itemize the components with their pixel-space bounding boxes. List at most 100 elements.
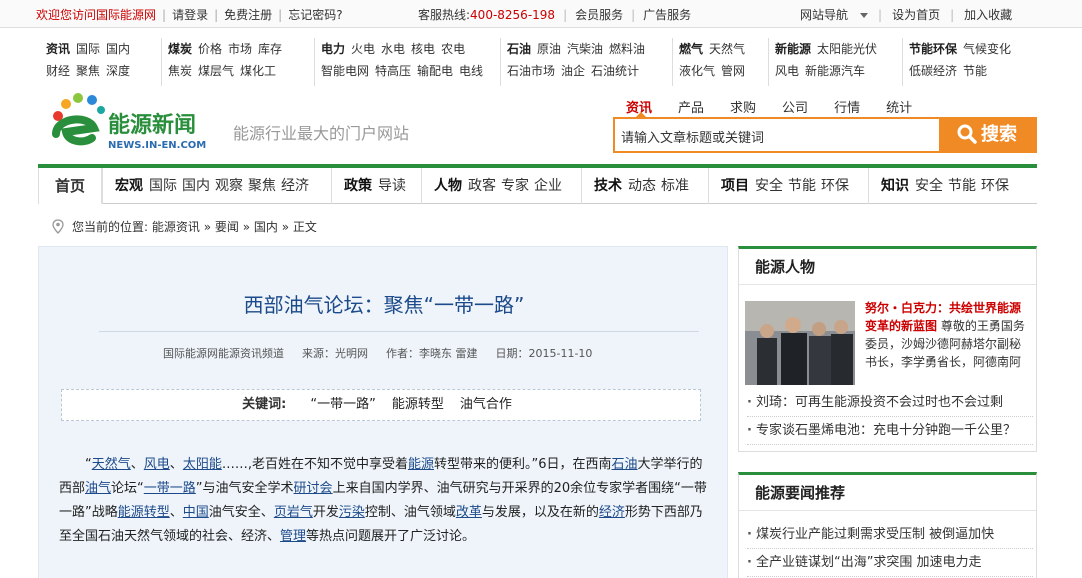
site-logo[interactable]: 能源新闻 NEWS.IN-EN.COM [48,92,218,156]
category-link[interactable]: 农电 [441,42,465,56]
nav-group-head[interactable]: 宏观 [115,178,143,194]
body-keyword-link[interactable]: 改革 [456,505,482,520]
nav-link[interactable]: 观察 [215,178,243,194]
nav-link[interactable]: 动态 [628,178,656,194]
nav-link[interactable]: 经济 [281,178,309,194]
body-keyword-link[interactable]: 石油 [612,457,638,472]
search-tab-buy[interactable]: 求购 [730,101,756,116]
category-link[interactable]: 火电 [351,42,375,56]
category-link[interactable]: 管网 [721,64,745,78]
body-keyword-link[interactable]: 页岩气 [274,505,313,520]
search-tab-stats[interactable]: 统计 [886,101,912,116]
list-item[interactable]: 刘琦：可再生能源投资不会过时也不会过剩 [747,389,1033,417]
nav-link[interactable]: 标准 [661,178,689,194]
category-head[interactable]: 燃气 [679,42,703,56]
category-head[interactable]: 煤炭 [168,42,192,56]
breadcrumb-item[interactable]: 能源资讯 [152,220,200,234]
body-keyword-link[interactable]: 一带一路 [144,481,196,496]
register-link[interactable]: 免费注册 [224,8,272,22]
category-link[interactable]: 低碳经济 [909,64,957,78]
nav-group-head[interactable]: 政策 [344,178,372,194]
nav-link[interactable]: 企业 [534,178,562,194]
breadcrumb-item[interactable]: 要闻 [215,220,239,234]
category-link[interactable]: 国内 [106,42,130,56]
category-link[interactable]: 煤化工 [240,64,276,78]
category-link[interactable]: 特高压 [375,64,411,78]
category-link[interactable]: 油企 [561,64,585,78]
category-link[interactable]: 焦炭 [168,64,192,78]
site-nav-dropdown[interactable]: 网站导航 [800,8,869,22]
set-homepage-link[interactable]: 设为首页 [892,8,940,22]
keyword-link[interactable]: 能源转型 [392,397,444,412]
member-service-link[interactable]: 会员服务 [575,8,623,22]
category-link[interactable]: 国际 [76,42,100,56]
nav-link[interactable]: 专家 [501,178,529,194]
nav-group-head[interactable]: 技术 [594,178,622,194]
category-link[interactable]: 原油 [537,42,561,56]
search-tab-products[interactable]: 产品 [678,101,704,116]
category-link[interactable]: 核电 [411,42,435,56]
category-link[interactable]: 新能源汽车 [805,64,865,78]
nav-link[interactable]: 国内 [182,178,210,194]
body-keyword-link[interactable]: 管理 [280,529,306,544]
body-keyword-link[interactable]: 能源转型 [118,505,170,520]
nav-link[interactable]: 国际 [149,178,177,194]
category-link[interactable]: 煤层气 [198,64,234,78]
category-link[interactable]: 智能电网 [321,64,369,78]
nav-link[interactable]: 节能 [788,178,816,194]
category-link[interactable]: 汽柴油 [567,42,603,56]
category-head[interactable]: 石油 [507,42,531,56]
category-link[interactable]: 太阳能光伏 [817,42,877,56]
category-link[interactable]: 节能 [963,64,987,78]
category-link[interactable]: 风电 [775,64,799,78]
body-keyword-link[interactable]: 天然气 [92,457,131,472]
list-item[interactable]: 煤炭行业产能过剩需求受压制 被倒逼加快 [747,521,1033,549]
category-link[interactable]: 气候变化 [963,42,1011,56]
category-head[interactable]: 资讯 [46,42,70,56]
category-link[interactable]: 天然气 [709,42,745,56]
nav-link[interactable]: 导读 [378,178,406,194]
body-keyword-link[interactable]: 中国 [183,505,209,520]
body-keyword-link[interactable]: 经济 [599,505,625,520]
category-link[interactable]: 电线 [459,64,483,78]
search-button[interactable]: 搜索 [939,119,1035,151]
category-link[interactable]: 液化气 [679,64,715,78]
category-link[interactable]: 市场 [228,42,252,56]
keyword-link[interactable]: 油气合作 [460,397,512,412]
ad-service-link[interactable]: 广告服务 [643,8,691,22]
category-head[interactable]: 新能源 [775,42,811,56]
body-keyword-link[interactable]: 油气 [85,481,111,496]
category-link[interactable]: 价格 [198,42,222,56]
body-keyword-link[interactable]: 能源 [408,457,434,472]
nav-link[interactable]: 政客 [468,178,496,194]
breadcrumb-item[interactable]: 国内 [254,220,278,234]
nav-link[interactable]: 节能 [948,178,976,194]
category-link[interactable]: 财经 [46,64,70,78]
nav-home[interactable]: 首页 [38,168,102,204]
nav-link[interactable]: 环保 [821,178,849,194]
list-item[interactable]: 专家谈石墨烯电池：充电十分钟跑一千公里？ [747,417,1033,445]
category-link[interactable]: 聚焦 [76,64,100,78]
nav-link[interactable]: 环保 [981,178,1009,194]
list-item[interactable]: 全产业链谋划“出海”求突围 加速电力走 [747,549,1033,577]
nav-link[interactable]: 聚焦 [248,178,276,194]
body-keyword-link[interactable]: 研讨会 [294,481,333,496]
category-head[interactable]: 电力 [321,42,345,56]
search-input[interactable]: 请输入文章标题或关键词 [621,127,764,146]
body-keyword-link[interactable]: 风电 [144,457,170,472]
nav-group-head[interactable]: 人物 [434,178,462,194]
forgot-password-link[interactable]: 忘记密码? [288,8,342,22]
body-keyword-link[interactable]: 污染 [339,505,365,520]
category-link[interactable]: 石油统计 [591,64,639,78]
category-link[interactable]: 输配电 [417,64,453,78]
nav-group-head[interactable]: 知识 [881,178,909,194]
person-photo[interactable] [745,301,855,385]
keyword-link[interactable]: “一带一路” [310,397,375,412]
login-link[interactable]: 请登录 [172,8,208,22]
category-link[interactable]: 燃料油 [609,42,645,56]
category-link[interactable]: 深度 [106,64,130,78]
category-link[interactable]: 水电 [381,42,405,56]
category-head[interactable]: 节能环保 [909,42,957,56]
category-link[interactable]: 石油市场 [507,64,555,78]
add-favorite-link[interactable]: 加入收藏 [964,8,1012,22]
